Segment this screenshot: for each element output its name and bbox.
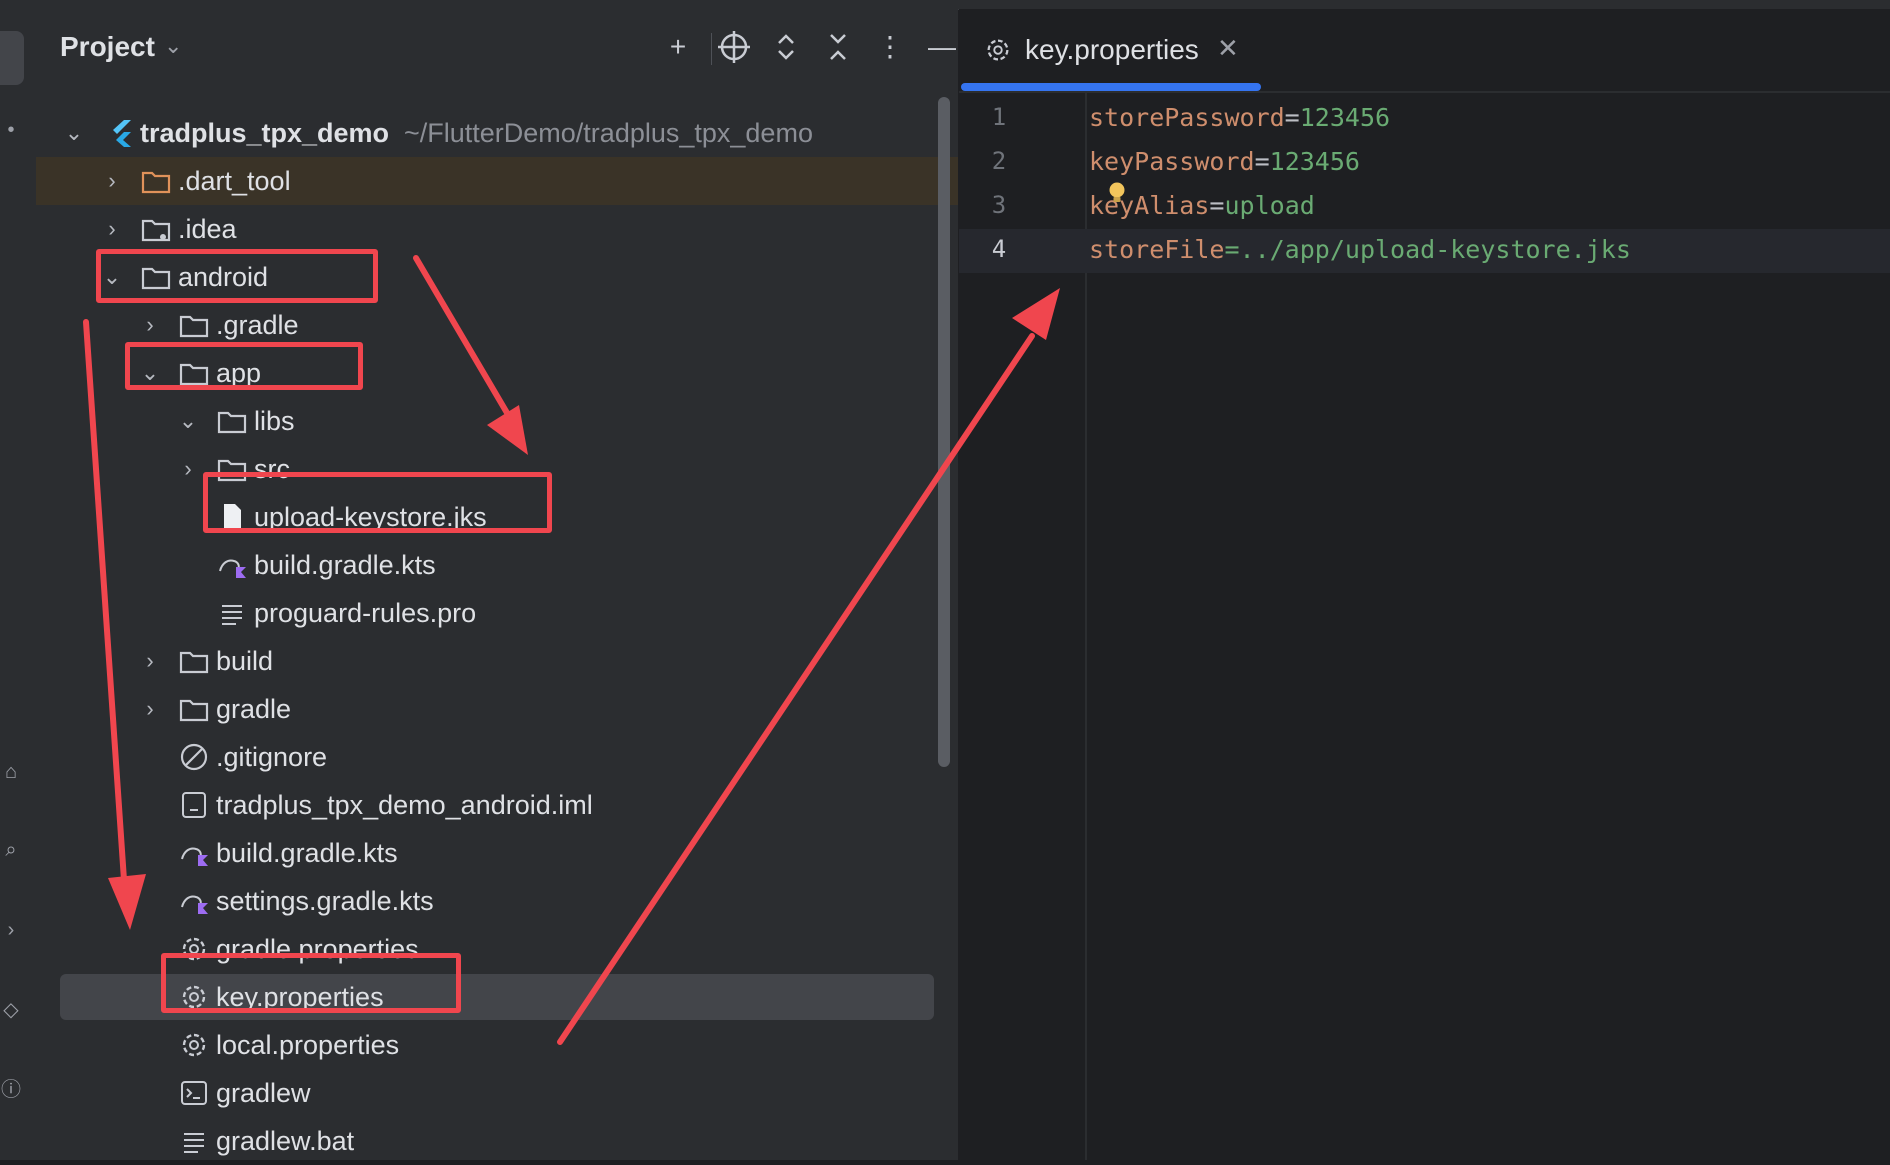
annotation-arrow-to-editor [557,288,1060,1045]
annotation-arrow-down-left [83,319,146,930]
annotation-arrows [83,255,1060,1045]
annotation-arrow-to-keystore [413,255,528,455]
